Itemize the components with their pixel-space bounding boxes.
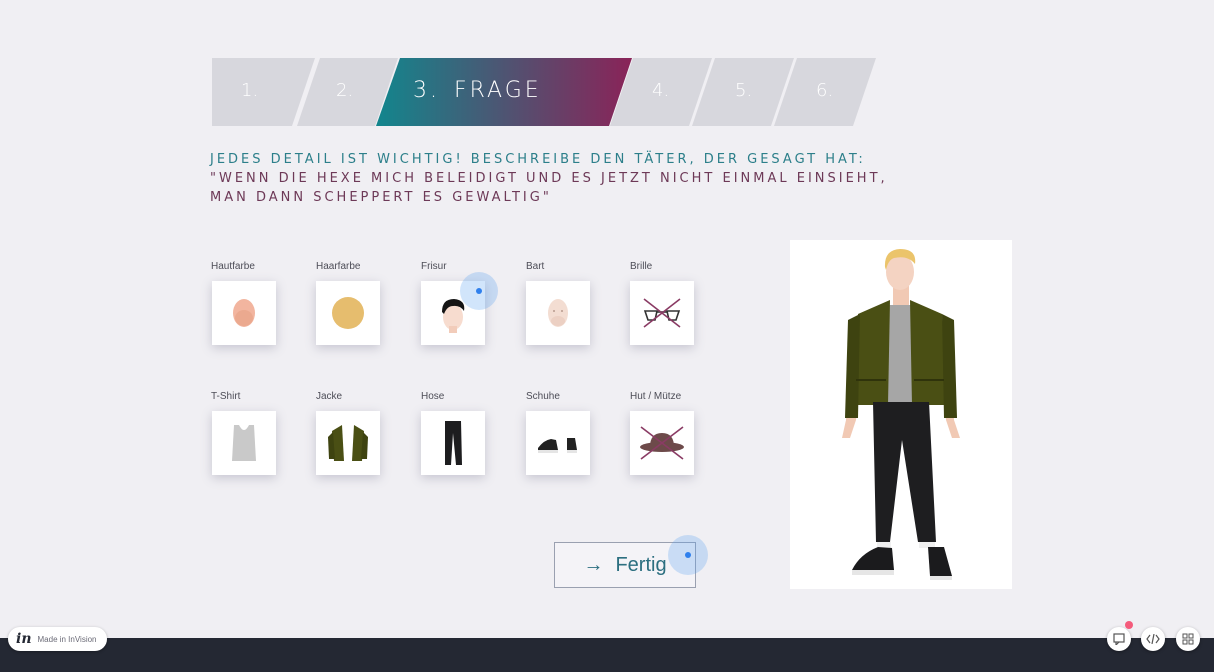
item-label-jacke: Jacke bbox=[316, 391, 343, 402]
hotspot-dot bbox=[476, 288, 482, 294]
step-3-number: 3. bbox=[413, 78, 440, 103]
item-label-schuhe: Schuhe bbox=[526, 391, 560, 402]
fertig-button-label: Fertig bbox=[615, 553, 667, 576]
hair-color-icon bbox=[332, 297, 364, 329]
item-label-hautfarbe: Hautfarbe bbox=[211, 261, 255, 272]
item-label-brille: Brille bbox=[630, 261, 653, 272]
question-line-1: JEDES DETAIL IST WICHTIG! BESCHREIBE DEN… bbox=[210, 152, 866, 167]
comment-icon bbox=[1113, 633, 1125, 645]
question-text: JEDES DETAIL IST WICHTIG! BESCHREIBE DEN… bbox=[210, 150, 970, 207]
arrow-right-icon: → bbox=[583, 553, 604, 576]
skin-color-icon bbox=[233, 299, 255, 327]
pants-icon bbox=[445, 421, 462, 465]
step-4-label: 4. bbox=[652, 80, 670, 101]
item-card-hose[interactable] bbox=[421, 411, 485, 475]
step-6-label: 6. bbox=[816, 80, 834, 101]
step-2-label: 2. bbox=[336, 80, 354, 101]
item-card-schuhe[interactable] bbox=[526, 411, 590, 475]
hotspot-dot bbox=[685, 552, 691, 558]
item-label-tshirt: T-Shirt bbox=[211, 391, 241, 402]
item-card-haarfarbe[interactable] bbox=[316, 281, 380, 345]
step-3-title: FRAGE bbox=[454, 78, 542, 103]
made-in-invision-text: Made in InVision bbox=[37, 634, 97, 644]
inspect-code-button[interactable] bbox=[1141, 627, 1165, 651]
made-in-invision-badge[interactable]: in Made in InVision bbox=[8, 627, 107, 651]
item-card-tshirt[interactable] bbox=[212, 411, 276, 475]
item-label-hose: Hose bbox=[421, 391, 445, 402]
item-label-haarfarbe: Haarfarbe bbox=[316, 261, 361, 272]
item-card-bart[interactable] bbox=[526, 281, 590, 345]
step-1-label: 1. bbox=[241, 80, 259, 101]
shoes-icon bbox=[538, 438, 577, 453]
step-shapes bbox=[212, 58, 876, 126]
jacket-icon bbox=[328, 425, 368, 461]
invision-logo-icon: in bbox=[16, 631, 32, 647]
beard-icon bbox=[548, 299, 568, 327]
fertig-hotspot-indicator[interactable] bbox=[668, 535, 708, 575]
invision-bottom-bar bbox=[0, 638, 1214, 672]
glasses-crossed-icon bbox=[643, 298, 681, 328]
grid-icon bbox=[1182, 633, 1194, 645]
character-figure-illustration bbox=[842, 249, 960, 580]
item-card-jacke[interactable] bbox=[316, 411, 380, 475]
question-line-2: "WENN DIE HEXE MICH BELEIDIGT UND ES JET… bbox=[210, 171, 888, 186]
comment-button[interactable] bbox=[1107, 627, 1131, 651]
item-label-frisur: Frisur bbox=[421, 261, 447, 272]
screens-overview-button[interactable] bbox=[1176, 627, 1200, 651]
hat-crossed-icon bbox=[640, 426, 684, 460]
notification-dot bbox=[1125, 621, 1133, 629]
item-label-hut: Hut / Mütze bbox=[630, 391, 682, 402]
step-1-shape[interactable] bbox=[212, 58, 315, 126]
step-progress-bar: 1. 2. 3. FRAGE 4. 5. 6. bbox=[0, 0, 1214, 140]
prototype-page: 1. 2. 3. FRAGE 4. 5. 6. JEDES DETAIL IST… bbox=[0, 0, 1214, 638]
code-icon bbox=[1146, 634, 1160, 644]
item-card-brille[interactable] bbox=[630, 281, 694, 345]
frisur-hotspot-indicator[interactable] bbox=[460, 272, 498, 310]
item-card-hut[interactable] bbox=[630, 411, 694, 475]
item-card-hautfarbe[interactable] bbox=[212, 281, 276, 345]
question-line-3: MAN DANN SCHEPPERT ES GEWALTIG" bbox=[210, 190, 552, 205]
step-5-label: 5. bbox=[735, 80, 753, 101]
tshirt-icon bbox=[232, 425, 256, 461]
item-label-bart: Bart bbox=[526, 261, 545, 272]
character-preview-panel bbox=[790, 240, 1012, 589]
